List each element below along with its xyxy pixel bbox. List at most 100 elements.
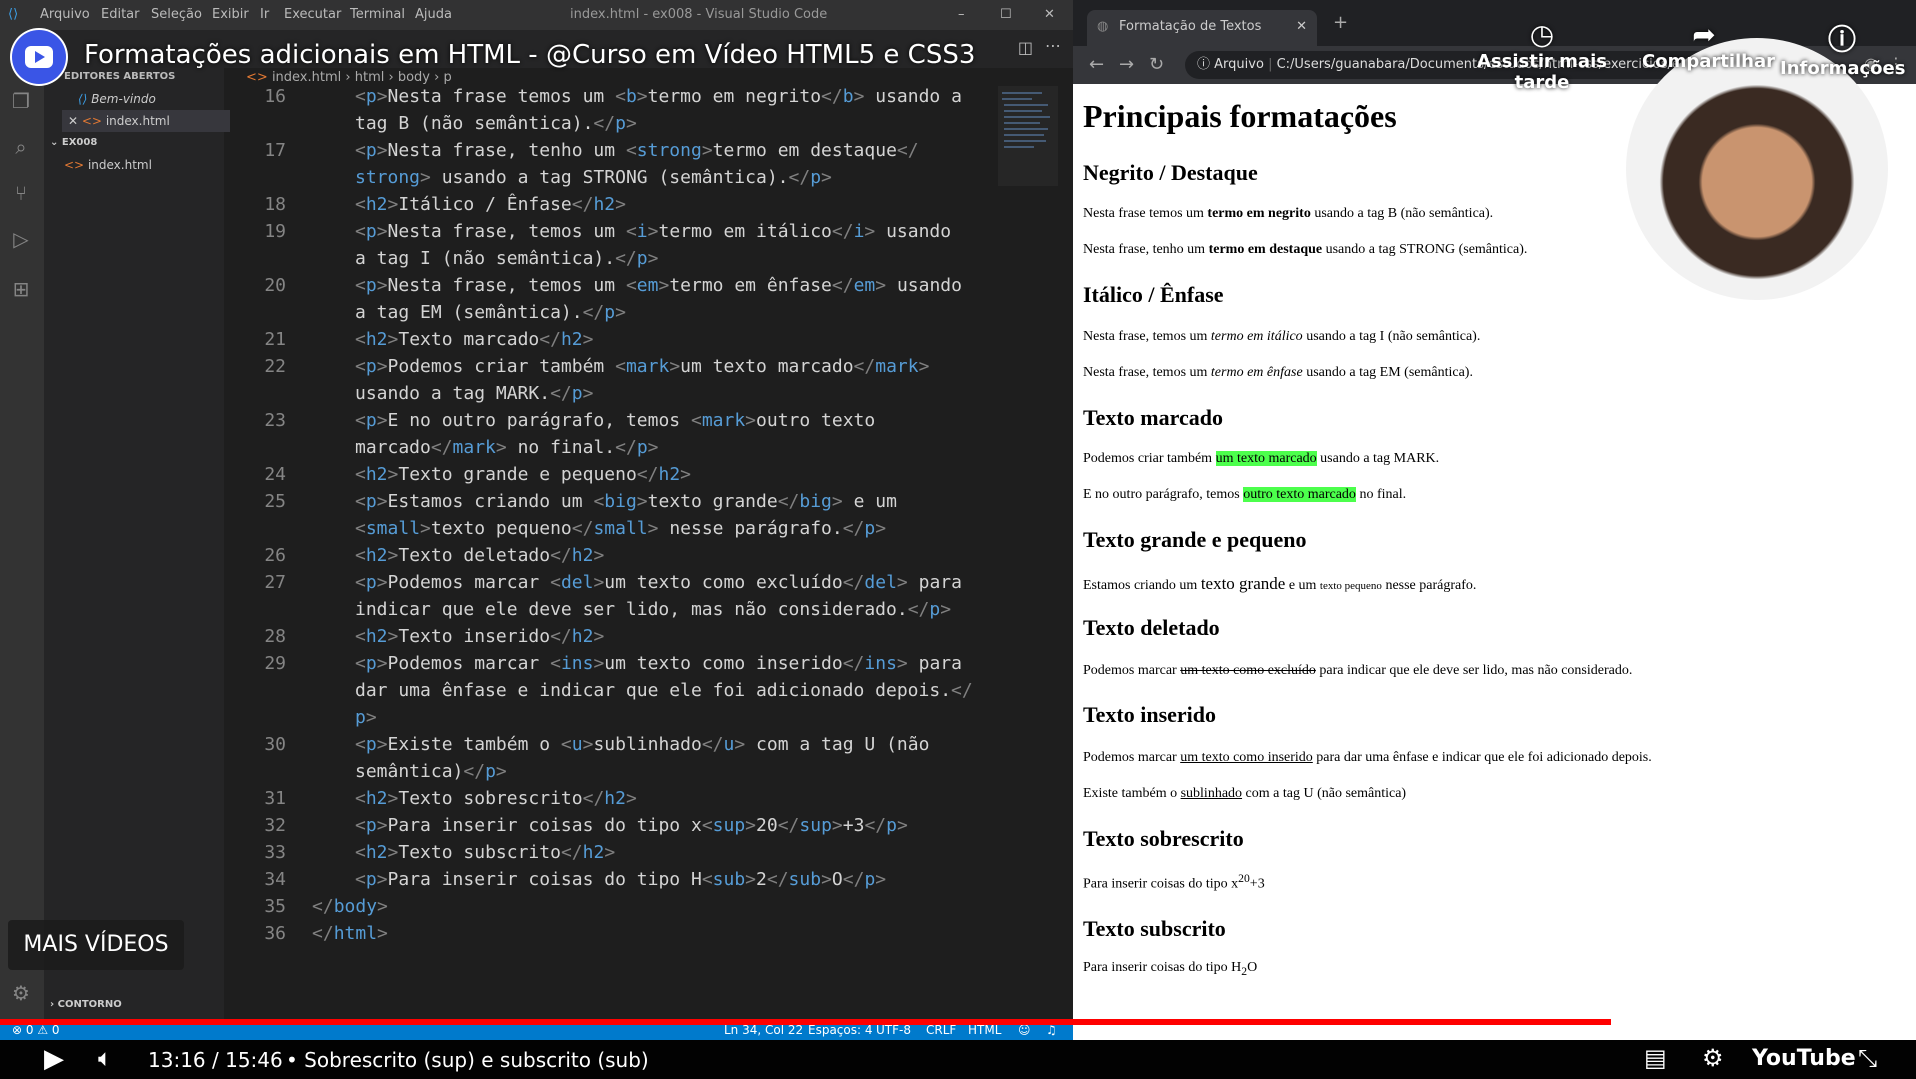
minimize-icon[interactable]: – [958, 7, 965, 22]
video-title[interactable]: Formatações adicionais em HTML - @Curso … [84, 38, 984, 72]
menu-editar[interactable]: Editar [101, 7, 140, 22]
share-button[interactable]: ➦ Compartilhar [1642, 18, 1776, 72]
minimap[interactable] [998, 86, 1058, 186]
paragraph-deletado: Podemos marcar um texto como excluído pa… [1083, 663, 1633, 678]
heading-subscrito: Texto subscrito [1083, 916, 1226, 941]
youtube-logo[interactable]: YouTube [1752, 1046, 1856, 1071]
extensions-icon[interactable]: ⊞ [8, 276, 34, 302]
line-number: 18 [264, 194, 286, 215]
breadcrumb-file[interactable]: index.html [272, 70, 341, 85]
close-tab-icon[interactable]: ✕ [1296, 19, 1307, 34]
clock-icon: ◷ [1529, 18, 1555, 51]
source-control-icon[interactable]: ⑂ [8, 180, 34, 206]
menu-exibir[interactable]: Exibir [212, 7, 249, 22]
heading-grande-pequeno: Texto grande e pequeno [1083, 527, 1307, 552]
share-arrow-icon: ➦ [1692, 18, 1716, 51]
file-label: index.html [87, 158, 152, 172]
run-debug-icon[interactable]: ▷ [8, 226, 34, 252]
open-editor-index[interactable]: ✕ <> index.html [62, 110, 230, 132]
vscode-file-icon: ⟨⟩ [78, 92, 92, 106]
close-icon[interactable]: ✕ [1044, 7, 1055, 22]
line-number: 25 [264, 491, 286, 512]
explorer-icon[interactable]: ❐ [8, 88, 34, 114]
code-line[interactable]: </body> [312, 896, 1172, 917]
settings-gear-icon[interactable]: ⚙ [1702, 1044, 1724, 1072]
code-line[interactable]: </html> [312, 923, 1172, 944]
more-actions-icon[interactable]: ⋯ [1045, 36, 1061, 55]
html-file-icon: <> [246, 70, 268, 85]
code-editor[interactable]: 16 <p>Nesta frase temos um <b>termo em ne… [224, 86, 1014, 986]
menu-ir[interactable]: Ir [260, 7, 269, 22]
window-title: index.html - ex008 - Visual Studio Code [570, 7, 828, 22]
maximize-icon[interactable]: ☐ [1000, 7, 1012, 22]
heading-marcado: Texto marcado [1083, 405, 1223, 430]
back-icon[interactable]: ← [1089, 54, 1104, 75]
paragraph-destaque: Nesta frase, tenho um termo em destaque … [1083, 242, 1528, 257]
info-label: Informações [1780, 58, 1906, 79]
heading-inserido: Texto inserido [1083, 702, 1217, 727]
html-file-icon: <> [64, 158, 88, 172]
new-tab-icon[interactable]: + [1333, 12, 1348, 33]
play-icon[interactable]: ▶ [44, 1044, 64, 1074]
info-button[interactable]: ⓘ Informações [1780, 18, 1906, 79]
subtitles-icon[interactable]: ▤ [1644, 1044, 1667, 1072]
heading-negrito: Negrito / Destaque [1083, 160, 1258, 185]
chevron-right-icon: › [345, 70, 355, 85]
chevron-down-icon: ⌄ [50, 137, 62, 148]
paragraph-italico: Nesta frase, temos um termo em itálico u… [1083, 329, 1481, 344]
folder-ex008[interactable]: ⌄ EX008 [50, 132, 230, 154]
line-number: 26 [264, 545, 286, 566]
heading-sobrescrito: Texto sobrescrito [1083, 826, 1244, 851]
browser-tab[interactable]: ◍ Formatação de Textos ✕ [1087, 10, 1317, 46]
channel-logo[interactable] [10, 28, 68, 86]
reload-icon[interactable]: ↻ [1149, 54, 1164, 75]
watch-later-label: Assistir mais tarde [1477, 51, 1607, 93]
paragraph-sublinhado: Existe também o sublinhado com a tag U (… [1083, 786, 1407, 801]
share-label: Compartilhar [1642, 51, 1776, 72]
open-editor-welcome-label: Bem-vindo [91, 92, 156, 106]
line-number: 20 [264, 275, 286, 296]
breadcrumb-p[interactable]: p [443, 70, 451, 85]
watch-later-button[interactable]: ◷ Assistir mais tarde [1452, 18, 1632, 93]
menu-ajuda[interactable]: Ajuda [415, 7, 452, 22]
line-number: 32 [264, 815, 286, 836]
heading-deletado: Texto deletado [1083, 615, 1220, 640]
breadcrumb-body[interactable]: body [398, 70, 430, 85]
search-icon[interactable]: ⌕ [8, 134, 34, 160]
line-number: 36 [264, 923, 286, 944]
line-number: 34 [264, 869, 286, 890]
close-editor-icon[interactable]: ✕ [68, 114, 82, 128]
vscode-logo-icon: ⟨⟩ [8, 7, 19, 22]
line-number: 19 [264, 221, 286, 242]
paragraph-sobrescrito: Para inserir coisas do tipo x20+3 [1083, 872, 1265, 892]
outline-section[interactable]: › CONTORNO [50, 994, 230, 1016]
video-progress-bar[interactable] [0, 1019, 1916, 1025]
globe-icon: ◍ [1097, 19, 1109, 34]
menu-arquivo[interactable]: Arquivo [40, 7, 90, 22]
breadcrumb-html[interactable]: html [355, 70, 385, 85]
settings-gear-icon[interactable]: ⚙ [8, 980, 34, 1006]
more-videos-button[interactable]: MAIS VÍDEOS [8, 920, 184, 970]
menu-terminal[interactable]: Terminal [350, 7, 405, 22]
paragraph-grande-pequeno: Estamos criando um texto grande e um tex… [1083, 574, 1477, 593]
line-number: 23 [264, 410, 286, 431]
line-number: 24 [264, 464, 286, 485]
paragraph-negrito: Nesta frase temos um termo em negrito us… [1083, 206, 1494, 221]
line-number: 27 [264, 572, 286, 593]
chevron-right-icon: › [388, 70, 398, 85]
split-editor-icon[interactable]: ◫ [1018, 38, 1033, 57]
volume-icon[interactable]: 🔈︎ [98, 1044, 112, 1072]
forward-icon[interactable]: → [1119, 54, 1134, 75]
video-controls: ▶ 🔈︎ 13:16 / 15:46 • Sobrescrito (sup) e… [0, 1040, 1916, 1079]
time-display: 13:16 / 15:46 [148, 1048, 283, 1072]
channel-play-icon [12, 30, 66, 84]
line-number: 16 [264, 86, 286, 107]
exit-fullscreen-icon[interactable]: ⤡ [1858, 1044, 1877, 1072]
chapter-title[interactable]: • Sobrescrito (sup) e subscrito (sub) [286, 1048, 649, 1072]
menu-selecao[interactable]: Seleção [151, 7, 202, 22]
line-number: 33 [264, 842, 286, 863]
menu-executar[interactable]: Executar [284, 7, 341, 22]
url-scheme-label: Arquivo [1214, 57, 1264, 72]
vscode-titlebar: ⟨⟩ Arquivo Editar Seleção Exibir Ir Exec… [0, 0, 1073, 30]
file-index-html[interactable]: <> index.html [64, 154, 244, 176]
